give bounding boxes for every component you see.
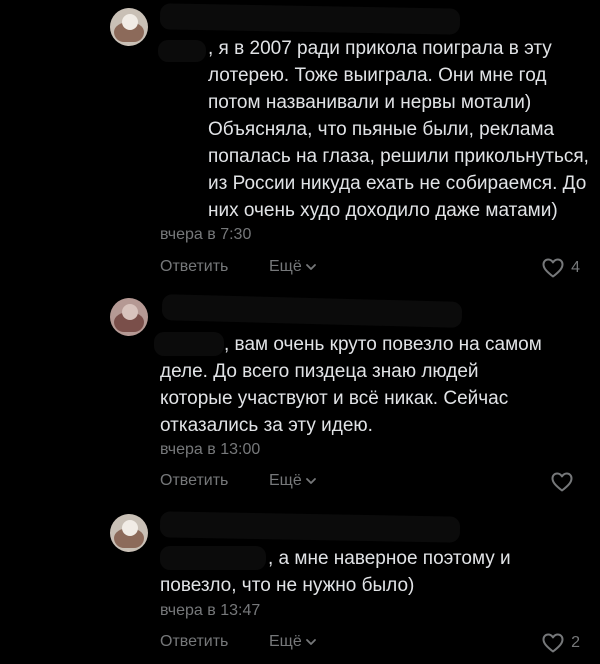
reply-button[interactable]: Ответить (160, 472, 228, 490)
more-label: Ещё (269, 633, 302, 650)
comment-text: , вам очень круто повезло на самом деле.… (160, 334, 542, 436)
comment-timestamp[interactable]: вчера в 7:30 (160, 226, 251, 244)
avatar[interactable] (110, 298, 148, 336)
heart-icon (542, 258, 564, 278)
redacted-author-name (159, 511, 461, 543)
heart-icon (551, 472, 573, 492)
like-count: 2 (571, 634, 580, 651)
like-button[interactable]: 2 (541, 631, 580, 655)
chevron-down-icon (305, 478, 316, 484)
reply-button[interactable]: Ответить (160, 633, 228, 651)
more-button[interactable]: Ещё (269, 633, 317, 651)
chevron-down-icon (305, 639, 316, 645)
comment-actions: Ответить Ещё (160, 472, 580, 498)
avatar[interactable] (110, 514, 148, 552)
comment-actions: Ответить Ещё 2 (160, 633, 580, 659)
heart-icon (542, 633, 564, 653)
comment-timestamp[interactable]: вчера в 13:00 (160, 441, 260, 459)
comment-text: , я в 2007 ради прикола поиграла в эту л… (208, 38, 589, 221)
avatar[interactable] (110, 8, 148, 46)
reply-button[interactable]: Ответить (160, 258, 228, 276)
like-button[interactable] (550, 470, 580, 494)
redacted-author-name (159, 3, 461, 35)
comment-actions: Ответить Ещё 4 (160, 258, 580, 284)
more-label: Ещё (269, 472, 302, 489)
more-button[interactable]: Ещё (269, 472, 317, 490)
comment-text: , а мне наверное поэтому и повезло, что … (160, 548, 511, 596)
more-button[interactable]: Ещё (269, 258, 317, 276)
more-label: Ещё (269, 258, 302, 275)
chevron-down-icon (305, 264, 316, 270)
like-count: 4 (571, 259, 580, 276)
comment-timestamp[interactable]: вчера в 13:47 (160, 602, 260, 620)
redacted-mention (158, 40, 206, 62)
redacted-author-name (161, 294, 463, 328)
like-button[interactable]: 4 (541, 256, 580, 280)
